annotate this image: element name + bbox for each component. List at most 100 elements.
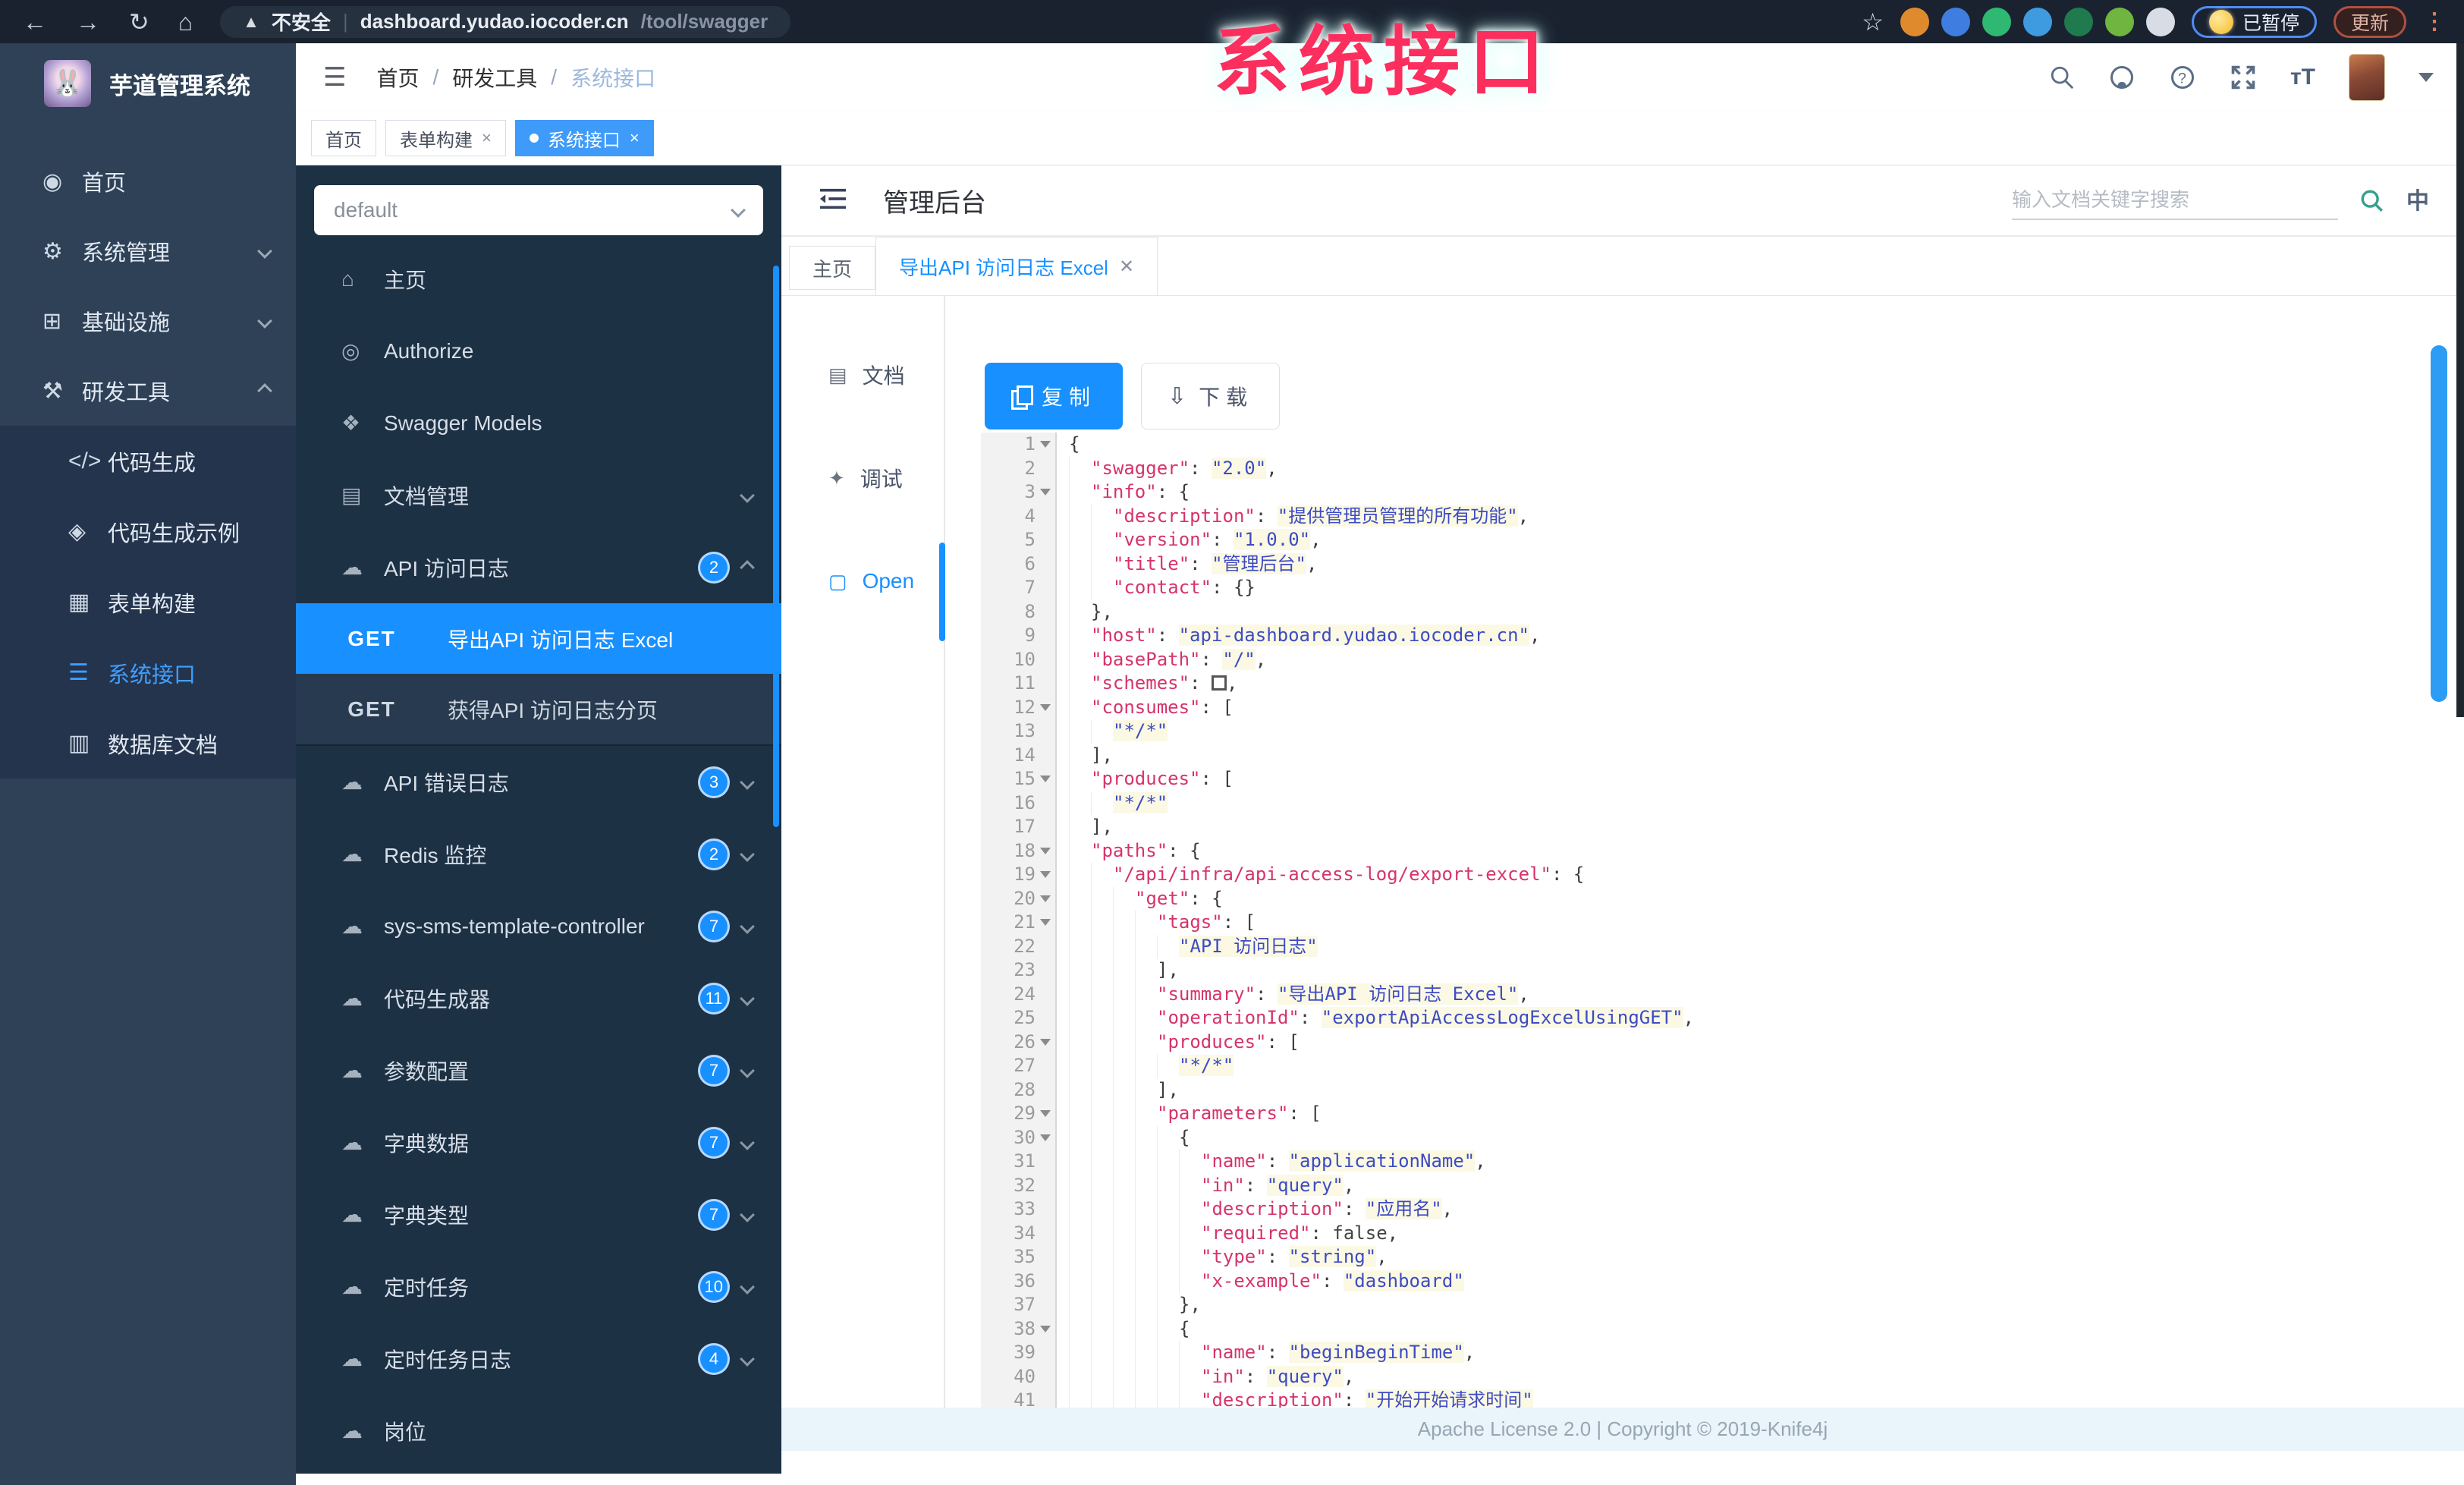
fold-caret-icon[interactable] bbox=[1040, 895, 1051, 902]
rail-item-文档[interactable]: ▤ 文档 bbox=[781, 351, 944, 399]
rail-item-调试[interactable]: ✦ 调试 bbox=[781, 454, 944, 502]
gutter[interactable]: 30 bbox=[981, 1125, 1057, 1150]
extension-icon[interactable] bbox=[2063, 7, 2093, 36]
home-icon[interactable]: ⌂ bbox=[178, 10, 193, 34]
json-code-editor[interactable]: 1{2 "swagger": "2.0", 3 "info": {4 "descript… bbox=[981, 433, 2453, 1409]
swagger-menu-item[interactable]: ☁ API 访问日志 2 bbox=[296, 531, 781, 603]
sidebar-item-form-builder[interactable]: ▦ 表单构建 bbox=[0, 567, 296, 637]
fold-caret-icon[interactable] bbox=[1040, 1134, 1051, 1141]
browser-menu-icon[interactable]: ⋮ bbox=[2423, 8, 2446, 35]
gutter[interactable]: 19 bbox=[981, 863, 1057, 887]
gutter[interactable]: 21 bbox=[981, 911, 1057, 935]
user-avatar[interactable] bbox=[2349, 54, 2385, 101]
extension-icon[interactable] bbox=[2022, 7, 2052, 36]
close-icon[interactable]: × bbox=[630, 128, 640, 148]
swagger-menu-item[interactable]: ◎ Authorize bbox=[296, 315, 781, 387]
gutter[interactable]: 5 bbox=[981, 528, 1057, 552]
sidebar-item-devtools[interactable]: ⚒ 研发工具 bbox=[0, 356, 296, 426]
swagger-menu-item[interactable]: ☁ sys-sms-template-controller 7 bbox=[296, 890, 781, 962]
swagger-menu-item[interactable]: ▤ 文档管理 bbox=[296, 459, 781, 531]
gutter[interactable]: 9 bbox=[981, 624, 1057, 648]
sidebar-item-codegen[interactable]: </> 代码生成 bbox=[0, 426, 296, 496]
gutter[interactable]: 7 bbox=[981, 576, 1057, 600]
window-scrollbar-track[interactable] bbox=[2456, 43, 2464, 717]
forward-icon[interactable]: → bbox=[76, 10, 100, 34]
gutter[interactable]: 36 bbox=[981, 1269, 1057, 1293]
gutter[interactable]: 37 bbox=[981, 1293, 1057, 1317]
doc-search-input[interactable] bbox=[2012, 181, 2338, 220]
swagger-menu-item[interactable]: ☁ 岗位 bbox=[296, 1395, 781, 1467]
swagger-menu-item[interactable]: ☁ 定时任务 10 bbox=[296, 1251, 781, 1323]
collapsed-array-icon[interactable] bbox=[1211, 675, 1227, 691]
sidebar-item-system[interactable]: ⚙ 系统管理 bbox=[0, 216, 296, 286]
sidebar-item-infra[interactable]: ⊞ 基础设施 bbox=[0, 286, 296, 356]
download-button[interactable]: ⇩ 下载 bbox=[1141, 363, 1281, 429]
api-endpoint-item[interactable]: GET 导出API 访问日志 Excel bbox=[296, 603, 781, 674]
page-scrollbar-thumb[interactable] bbox=[2431, 345, 2447, 702]
copy-button[interactable]: 复制 bbox=[985, 363, 1124, 429]
gutter[interactable]: 12 bbox=[981, 695, 1057, 719]
tag-系统接口[interactable]: 系统接口 × bbox=[514, 120, 654, 156]
gutter[interactable]: 24 bbox=[981, 982, 1057, 1006]
fold-caret-icon[interactable] bbox=[1040, 703, 1051, 711]
extension-icon[interactable] bbox=[1941, 7, 1970, 36]
gutter[interactable]: 18 bbox=[981, 838, 1057, 863]
logo-row[interactable]: 🐰 芋道管理系统 bbox=[0, 43, 296, 124]
gutter[interactable]: 22 bbox=[981, 934, 1057, 958]
swagger-menu-item[interactable]: ⌂ 主页 bbox=[296, 243, 781, 315]
gutter[interactable]: 29 bbox=[981, 1102, 1057, 1126]
gutter[interactable]: 26 bbox=[981, 1030, 1057, 1054]
gutter[interactable]: 4 bbox=[981, 504, 1057, 528]
gutter[interactable]: 11 bbox=[981, 672, 1057, 696]
breadcrumb-item[interactable]: 研发工具 bbox=[452, 62, 537, 93]
search-icon[interactable] bbox=[2049, 64, 2075, 90]
collapse-menu-icon[interactable] bbox=[818, 186, 848, 216]
gutter[interactable]: 13 bbox=[981, 719, 1057, 744]
close-icon[interactable]: × bbox=[482, 128, 492, 148]
tag-首页[interactable]: 首页 bbox=[311, 120, 376, 156]
fold-caret-icon[interactable] bbox=[1040, 1038, 1051, 1046]
gutter[interactable]: 1 bbox=[981, 433, 1057, 457]
sidebar-scrollbar[interactable] bbox=[773, 266, 779, 827]
gutter[interactable]: 39 bbox=[981, 1341, 1057, 1365]
gutter[interactable]: 41 bbox=[981, 1389, 1057, 1409]
gutter[interactable]: 6 bbox=[981, 552, 1057, 576]
swagger-menu-item[interactable]: ☁ 字典数据 7 bbox=[296, 1106, 781, 1178]
paused-badge[interactable]: 已暂停 bbox=[2191, 5, 2317, 38]
swagger-menu-item[interactable]: ☁ 代码生成器 11 bbox=[296, 962, 781, 1034]
fold-caret-icon[interactable] bbox=[1040, 1325, 1051, 1332]
api-endpoint-item[interactable]: GET 获得API 访问日志分页 bbox=[296, 674, 781, 744]
avatar-caret-icon[interactable] bbox=[2418, 73, 2434, 82]
doc-tab-导出API 访问日志 Excel[interactable]: 导出API 访问日志 Excel ✕ bbox=[875, 237, 1158, 295]
swagger-menu-item[interactable]: ☁ 参数配置 7 bbox=[296, 1034, 781, 1106]
gutter[interactable]: 20 bbox=[981, 886, 1057, 911]
swagger-menu-item[interactable]: ☁ Redis 监控 2 bbox=[296, 818, 781, 890]
fold-caret-icon[interactable] bbox=[1040, 847, 1051, 854]
gutter[interactable]: 40 bbox=[981, 1364, 1057, 1389]
doc-search-icon[interactable] bbox=[2359, 186, 2385, 220]
extension-icon[interactable] bbox=[2104, 7, 2134, 36]
gutter[interactable]: 32 bbox=[981, 1173, 1057, 1197]
gutter[interactable]: 34 bbox=[981, 1221, 1057, 1245]
gutter[interactable]: 28 bbox=[981, 1078, 1057, 1102]
update-button[interactable]: 更新 bbox=[2333, 5, 2406, 38]
group-select[interactable]: default bbox=[314, 185, 763, 235]
extension-icon[interactable] bbox=[1982, 7, 2011, 36]
doc-tab-主页[interactable]: 主页 bbox=[789, 246, 876, 290]
tag-表单构建[interactable]: 表单构建 × bbox=[385, 120, 506, 156]
extension-icon[interactable] bbox=[2145, 7, 2175, 36]
gutter[interactable]: 27 bbox=[981, 1054, 1057, 1078]
gutter[interactable]: 16 bbox=[981, 791, 1057, 815]
breadcrumb-item[interactable]: 首页 bbox=[376, 62, 419, 93]
sidebar-item-db-doc[interactable]: ▥ 数据库文档 bbox=[0, 708, 296, 779]
swagger-menu-item[interactable]: ☁ 定时任务日志 4 bbox=[296, 1323, 781, 1395]
hamburger-icon[interactable]: ☰ bbox=[323, 62, 346, 93]
gutter[interactable]: 35 bbox=[981, 1245, 1057, 1269]
gutter[interactable]: 33 bbox=[981, 1197, 1057, 1222]
language-toggle-icon[interactable]: 中 bbox=[2406, 182, 2429, 220]
fold-caret-icon[interactable] bbox=[1040, 1110, 1051, 1118]
close-icon[interactable]: ✕ bbox=[1119, 256, 1134, 278]
gutter[interactable]: 23 bbox=[981, 958, 1057, 983]
gutter[interactable]: 15 bbox=[981, 767, 1057, 791]
extension-icon[interactable] bbox=[1900, 7, 1929, 36]
